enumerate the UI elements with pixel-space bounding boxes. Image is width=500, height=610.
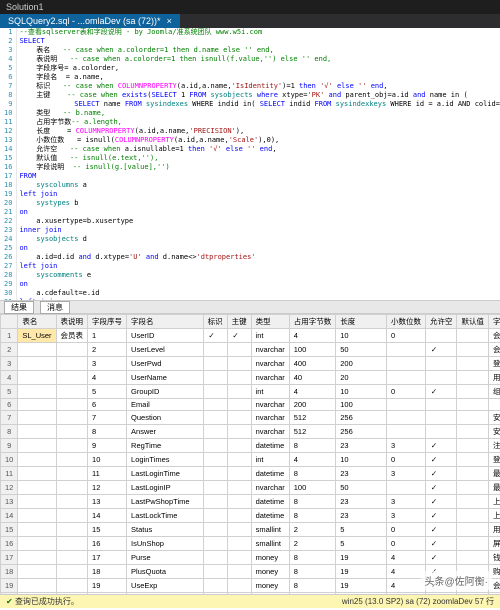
status-bar: ✔ 查询已成功执行。 win25 (13.0 SP2) sa (72) zoom… <box>0 594 500 608</box>
tab-label: SQLQuery2.sql - ...omlaDev (sa (72))* <box>8 16 161 26</box>
title-bar: Solution1 <box>0 0 500 14</box>
watermark: 头条@佐阿衡· <box>421 571 492 590</box>
tab-bar: SQLQuery2.sql - ...omlaDev (sa (72))* × <box>0 14 500 28</box>
sql-editor[interactable]: 1234567891011121314151617181920212223242… <box>0 28 500 300</box>
code-area[interactable]: --查看sqlserver表和字段说明 - by Joomla/准系统团队 ww… <box>17 28 500 300</box>
results-grid[interactable]: 表名表说明字段序号字段名标识主键类型占用字节数长度小数位数允许空默认值字段说明1… <box>0 314 500 594</box>
status-right: win25 (13.0 SP2) sa (72) zoomlaDev 57 行 <box>342 596 494 607</box>
results-tab[interactable]: 结果 <box>4 301 34 314</box>
status-text: 查询已成功执行。 <box>15 597 79 606</box>
close-icon[interactable]: × <box>167 16 172 26</box>
results-toolbar: 结果 消息 <box>0 300 500 314</box>
messages-tab[interactable]: 消息 <box>40 301 70 314</box>
check-icon: ✔ <box>6 597 13 606</box>
file-tab[interactable]: SQLQuery2.sql - ...omlaDev (sa (72))* × <box>0 14 180 28</box>
line-gutter: 1234567891011121314151617181920212223242… <box>0 28 17 300</box>
